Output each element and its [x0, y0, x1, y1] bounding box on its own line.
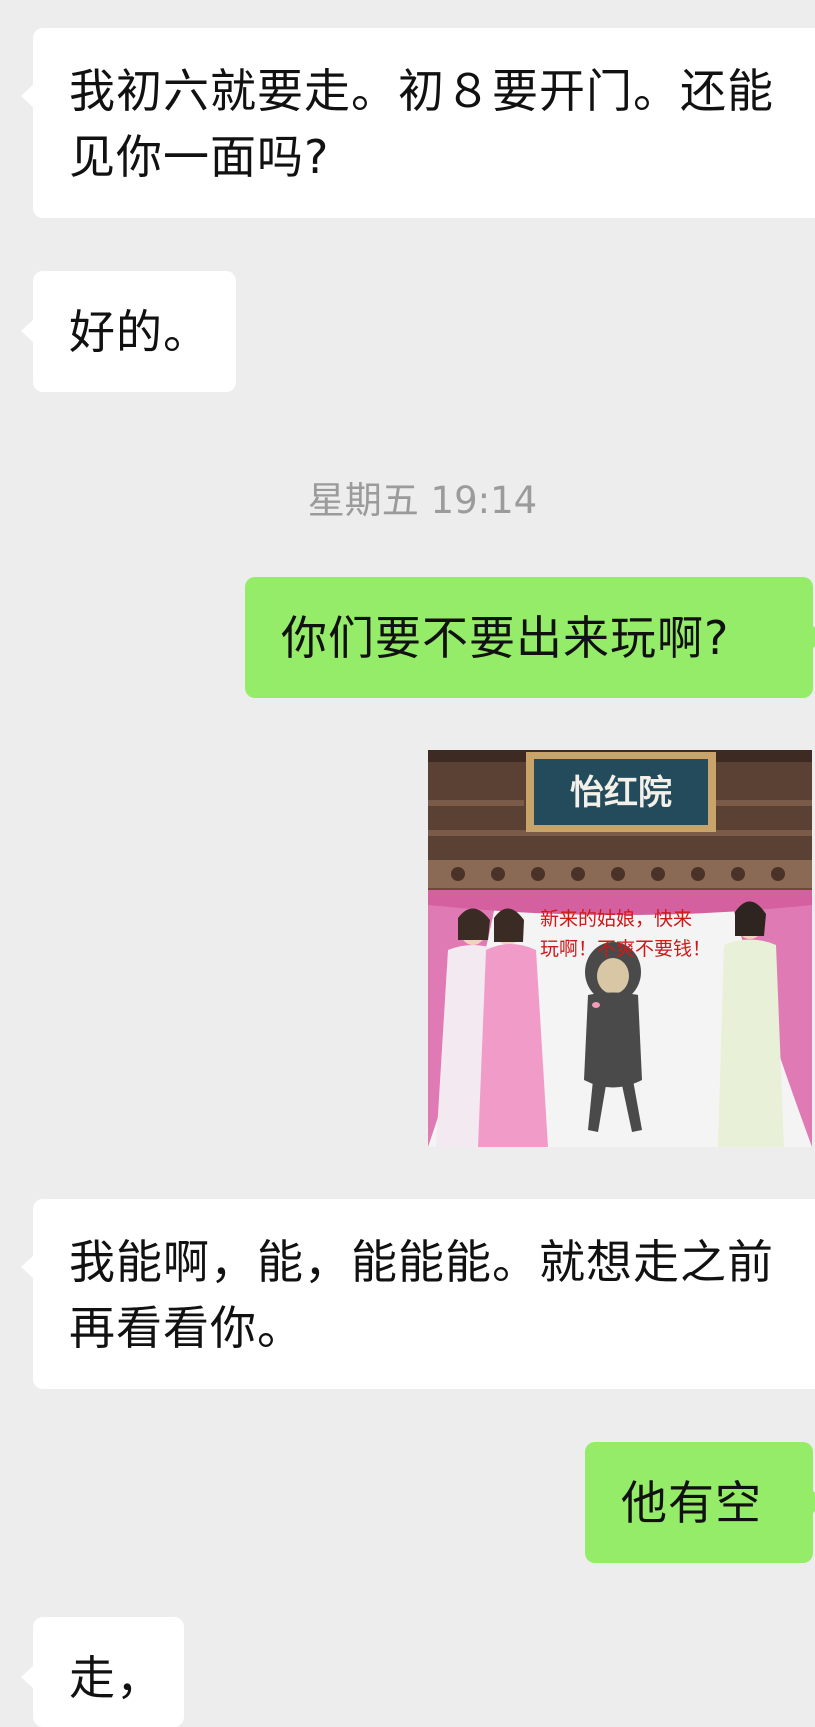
message-text: 他有空 — [621, 1476, 762, 1530]
bubble-tail — [21, 1255, 34, 1279]
outgoing-message[interactable]: 你们要不要出来玩啊? — [245, 577, 815, 698]
message-text: 我能啊，能，能能能。就想走之前再看看你。 — [69, 1235, 774, 1355]
sticker-caption-line1: 新来的姑娘，快来 — [540, 908, 692, 930]
message-timestamp: 星期五 19:14 — [307, 479, 538, 522]
incoming-message[interactable]: 好的。 — [21, 271, 236, 392]
message-text: 好的。 — [69, 305, 210, 359]
sticker-sign: 怡红院 — [570, 773, 672, 813]
sticker-image[interactable]: 怡红院 新来的姑娘，快来 玩啊！不爽不要钱！ — [428, 750, 812, 1147]
bubble-tail — [21, 319, 34, 343]
sticker-caption-line2: 玩啊！不爽不要钱！ — [540, 938, 711, 960]
message-text: 我初六就要走。初８要开门。还能见你一面吗? — [69, 64, 774, 184]
sticker-illustration: 怡红院 新来的姑娘，快来 玩啊！不爽不要钱！ — [428, 750, 812, 1147]
incoming-message[interactable]: 我初六就要走。初８要开门。还能见你一面吗? — [21, 28, 815, 218]
message-text: 你们要不要出来玩啊? — [281, 611, 730, 665]
bubble-tail — [21, 1665, 34, 1689]
outgoing-message[interactable]: 他有空 — [585, 1442, 815, 1563]
incoming-message[interactable]: 我能啊，能，能能能。就想走之前再看看你。 — [21, 1199, 815, 1389]
incoming-message[interactable]: 走， — [21, 1617, 184, 1727]
bubble-tail — [21, 84, 34, 108]
chat-area: 我初六就要走。初８要开门。还能见你一面吗? 好的。 星期五 19:14 你们要不… — [0, 0, 815, 1727]
message-text: 走， — [69, 1651, 163, 1705]
